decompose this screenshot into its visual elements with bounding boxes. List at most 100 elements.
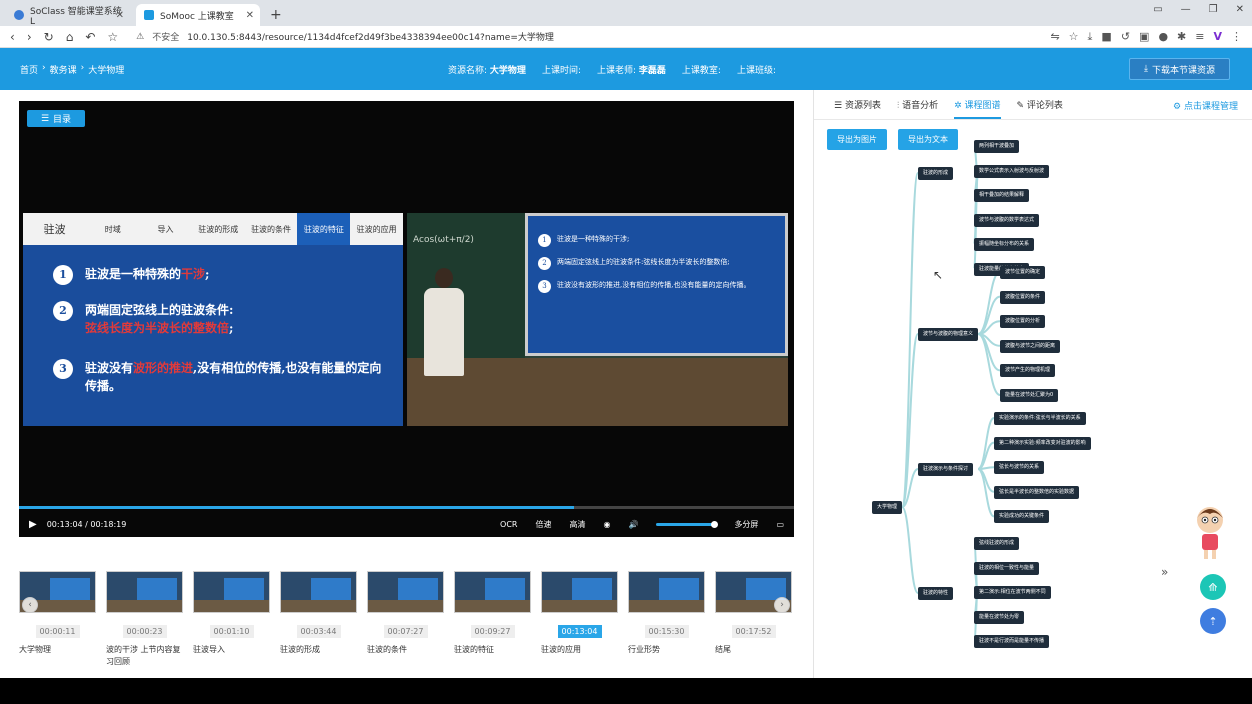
toc-button[interactable]: ☰ 目录 (27, 110, 85, 127)
v-extension-icon[interactable]: V (1213, 30, 1222, 44)
mascot-icon[interactable] (1193, 504, 1227, 562)
url-field[interactable]: 10.0.130.5:8443/resource/1134d4fcef2d49f… (187, 30, 554, 43)
mindmap-leaf-node[interactable]: 波节产生的物理机理 (1000, 364, 1056, 378)
export-image-button[interactable]: 导出为图片 (827, 129, 887, 150)
back-icon[interactable]: ‹ (10, 30, 15, 44)
favorite-icon[interactable]: ☆ (1069, 30, 1079, 44)
mindmap[interactable]: 大学物理 驻波的形成 两列相干波叠加 数学公式表示入射波与反射波 相干叠加的结果解释 波节… (814, 120, 1252, 678)
close-tab-icon[interactable]: ✕ (116, 10, 124, 21)
mindmap-root-node[interactable]: 大学物理 (872, 501, 903, 514)
minimize-icon[interactable]: — (1181, 4, 1191, 15)
extension-icon[interactable]: ■ (1101, 30, 1111, 44)
mindmap-leaf-node[interactable]: 弦线驻波的形成 (974, 537, 1020, 550)
player-controls: ▶ 00:13:04 / 00:18:19 OCR 倍速 高清 ◉ 🔊 多分屏 … (19, 513, 794, 535)
strip-prev-button[interactable]: ‹ (22, 597, 38, 613)
mindmap-branch-node[interactable]: 驻波的形成 (918, 167, 954, 180)
strip-next-button[interactable]: › (774, 597, 790, 613)
mindmap-edge (977, 333, 1001, 396)
extension-toolbar: ⇋ ☆ ⤓ ■ ↺ ▣ ● ✱ ≡ V ⋮ (1050, 30, 1242, 44)
mindmap-leaf-node[interactable]: 能量在波节处为零 (974, 610, 1025, 624)
undo-icon[interactable]: ↶ (85, 30, 95, 44)
quality-button[interactable]: 高清 (569, 519, 585, 530)
mindmap-leaf-node[interactable]: 驻波的相位一致性与能量 (974, 561, 1040, 575)
ocr-button[interactable]: OCR (500, 520, 517, 529)
multiscreen-button[interactable]: 多分屏 (734, 519, 758, 530)
close-window-icon[interactable]: ✕ (1236, 4, 1244, 15)
progress-fill (19, 506, 574, 509)
close-tab-icon[interactable]: ✕ (246, 10, 254, 21)
translate-icon[interactable]: ⇋ (1050, 30, 1059, 44)
tab-comments[interactable]: ✎ 评论列表 (1017, 98, 1063, 111)
breadcrumb-course-type[interactable]: 教务课 (50, 63, 77, 76)
chapter-thumbnail[interactable]: 00:13:04 驻波的应用 (541, 571, 618, 656)
play-icon[interactable]: ▶ (29, 519, 37, 530)
chapter-preview-image (280, 571, 357, 613)
mindmap-leaf-node[interactable]: 弦长是半波长的整数倍的实验数据 (994, 485, 1080, 499)
slide-nav-item: 导入 (157, 224, 174, 234)
puzzle-icon[interactable]: ✱ (1177, 30, 1186, 44)
chapter-thumbnail[interactable]: 00:09:27 驻波的特征 (454, 571, 531, 656)
mindmap-leaf-node[interactable]: 驻波不是行波而是能量不传播 (974, 635, 1050, 649)
mindmap-branch-node[interactable]: 驻波演示与条件探讨 (918, 463, 974, 476)
chapter-label: 驻波的应用 (541, 645, 581, 654)
refresh-ext-icon[interactable]: ↺ (1121, 30, 1130, 44)
mindmap-leaf-node[interactable]: 能量在波节处汇聚为0 (1000, 389, 1059, 402)
video-player[interactable]: ☰ 目录 驻波 时域 导入 驻波的形成 驻波的条件 驻波的特征 驻波的应用 1 驻波是一种特… (19, 101, 794, 537)
tab-voice-analysis[interactable]: ⫶ 语音分析 (897, 98, 938, 111)
mindmap-leaf-node[interactable]: 波腹位置的分析 (1000, 315, 1046, 329)
tab-resource-list[interactable]: ☰ 资源列表 (834, 98, 881, 111)
chapter-thumbnail[interactable]: 00:00:23 波的干涉 上节内容复习回顾 (106, 571, 183, 668)
collapse-panel-icon[interactable]: » (1161, 565, 1168, 579)
chapter-thumbnail[interactable]: 00:00:11 大学物理 (19, 571, 96, 656)
profile-ext-icon[interactable]: ● (1158, 30, 1168, 44)
new-tab-button[interactable]: + (270, 4, 282, 26)
assistant-button[interactable]: ⟰ (1200, 574, 1226, 600)
mindmap-leaf-node[interactable]: 第二种演示实验:频率改变对驻波的影响 (994, 436, 1091, 450)
pip-icon[interactable]: ◉ (603, 520, 610, 529)
breadcrumb-home[interactable]: 首页 (20, 63, 38, 76)
mindmap-leaf-node[interactable]: 实验成功的关键条件 (994, 510, 1050, 524)
progress-bar[interactable] (19, 506, 794, 509)
volume-icon[interactable]: 🔊 (628, 520, 638, 529)
mindmap-branch-node[interactable]: 波节与波腹的物理意义 (918, 328, 979, 341)
home-icon[interactable]: ⌂ (66, 30, 74, 44)
chapter-label: 波的干涉 上节内容复习回顾 (106, 645, 181, 666)
window-controls: ▭ — ❐ ✕ (1153, 4, 1244, 15)
mindmap-leaf-node[interactable]: 数学公式表示入射波与反射波 (974, 164, 1050, 178)
chapter-thumbnail[interactable]: 00:07:27 驻波的条件 (367, 571, 444, 656)
volume-slider[interactable] (656, 520, 719, 528)
mindmap-leaf-node[interactable]: 两列相干波叠加 (974, 140, 1020, 153)
chapter-thumbnail[interactable]: 00:15:30 行业形势 (628, 571, 705, 656)
tab-course-graph[interactable]: ✲ 课程图谱 (954, 98, 1001, 119)
browser-tab-somooc[interactable]: SoMooc 上课教室 ✕ (136, 4, 260, 26)
chapter-thumbnail[interactable]: 00:01:10 驻波导入 (193, 571, 270, 656)
star-icon[interactable]: ☆ (107, 30, 118, 44)
mindmap-branch-node[interactable]: 驻波的特性 (918, 587, 954, 600)
mindmap-leaf-node[interactable]: 波节位置的确定 (1000, 266, 1046, 279)
chapter-thumbnail[interactable]: 00:03:44 驻波的形成 (280, 571, 357, 656)
chapter-thumbnail[interactable]: 00:17:52 结尾 (715, 571, 792, 656)
course-manage-link[interactable]: ⚙ 点击课程管理 (1173, 99, 1238, 112)
export-text-button[interactable]: 导出为文本 (898, 129, 958, 150)
forward-icon[interactable]: › (27, 30, 32, 44)
menu-icon[interactable]: ⋮ (1231, 30, 1242, 44)
mindmap-leaf-node[interactable]: 弦长与波节的关系 (994, 461, 1045, 475)
browser-tab-soclass[interactable]: SoClass 智能课堂系统 L ✕ (6, 4, 130, 27)
screenshot-icon[interactable]: ▣ (1139, 30, 1149, 44)
mindmap-leaf-node[interactable]: 振幅随坐标分布的关系 (974, 238, 1035, 252)
mindmap-leaf-node[interactable]: 相干叠加的结果解释 (974, 189, 1030, 203)
mindmap-leaf-node[interactable]: 实验演示的条件:弦长与半波长的关系 (994, 412, 1086, 425)
mindmap-leaf-node[interactable]: 波节与波腹的数学表达式 (974, 213, 1040, 227)
download-icon[interactable]: ⤓ (1088, 30, 1093, 44)
tab-search-icon[interactable]: ▭ (1153, 4, 1162, 15)
speed-button[interactable]: 倍速 (535, 519, 551, 530)
mindmap-leaf-node[interactable]: 波腹位置的条件 (1000, 290, 1046, 304)
collections-icon[interactable]: ≡ (1195, 30, 1204, 44)
download-resources-button[interactable]: ⤓ 下载本节课资源 (1129, 58, 1230, 80)
mindmap-leaf-node[interactable]: 第二演示:相位在波节两侧不同 (974, 586, 1051, 600)
reload-icon[interactable]: ↻ (44, 30, 54, 44)
restore-icon[interactable]: ❐ (1209, 4, 1218, 15)
mindmap-leaf-node[interactable]: 波腹与波节之间的距离 (1000, 339, 1061, 353)
fullscreen-icon[interactable]: ▭ (776, 520, 784, 529)
back-to-top-button[interactable]: ⇡ (1200, 608, 1226, 634)
